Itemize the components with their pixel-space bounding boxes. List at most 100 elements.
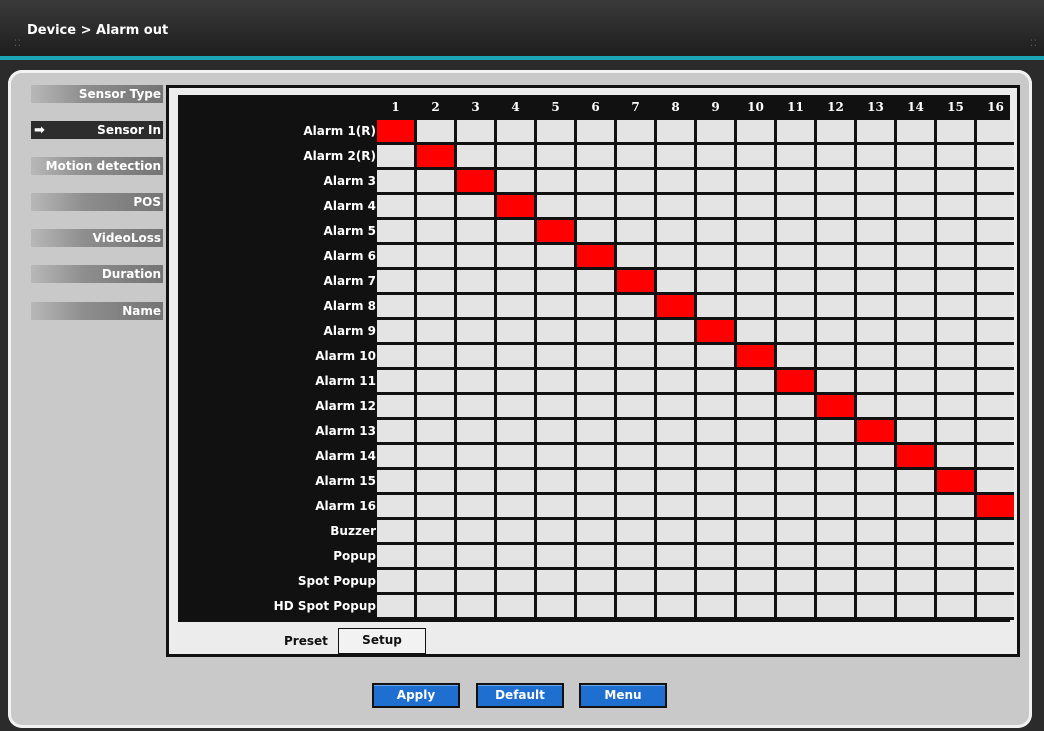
matrix-cell[interactable] [537,395,574,417]
matrix-cell[interactable] [617,470,654,492]
matrix-cell[interactable] [977,570,1014,592]
matrix-cell[interactable] [937,395,974,417]
matrix-cell[interactable] [897,295,934,317]
matrix-cell[interactable] [977,345,1014,367]
sidebar-item-videoloss[interactable]: VideoLoss [31,229,163,247]
matrix-cell[interactable] [417,170,454,192]
matrix-cell[interactable] [697,120,734,142]
matrix-cell[interactable] [977,495,1014,517]
matrix-cell[interactable] [697,445,734,467]
matrix-cell[interactable] [737,495,774,517]
matrix-cell[interactable] [857,245,894,267]
matrix-cell[interactable] [657,520,694,542]
matrix-cell[interactable] [377,395,414,417]
matrix-cell[interactable] [537,545,574,567]
matrix-cell[interactable] [937,120,974,142]
matrix-cell[interactable] [457,470,494,492]
matrix-cell[interactable] [737,370,774,392]
matrix-cell[interactable] [457,370,494,392]
matrix-cell[interactable] [657,345,694,367]
matrix-cell[interactable] [897,195,934,217]
matrix-cell[interactable] [417,595,454,617]
matrix-cell[interactable] [817,595,854,617]
matrix-cell[interactable] [617,495,654,517]
matrix-cell[interactable] [697,470,734,492]
matrix-cell[interactable] [417,470,454,492]
matrix-cell[interactable] [777,570,814,592]
matrix-cell[interactable] [777,545,814,567]
matrix-cell[interactable] [817,570,854,592]
matrix-cell[interactable] [457,495,494,517]
matrix-cell[interactable] [417,145,454,167]
matrix-cell[interactable] [977,320,1014,342]
matrix-cell[interactable] [977,145,1014,167]
matrix-cell[interactable] [697,245,734,267]
matrix-cell[interactable] [977,595,1014,617]
matrix-cell[interactable] [977,520,1014,542]
matrix-cell[interactable] [777,495,814,517]
matrix-cell[interactable] [817,445,854,467]
matrix-cell[interactable] [377,120,414,142]
matrix-cell[interactable] [977,220,1014,242]
matrix-cell[interactable] [537,470,574,492]
matrix-cell[interactable] [737,220,774,242]
sidebar-item-pos[interactable]: POS [31,193,163,211]
matrix-cell[interactable] [577,320,614,342]
matrix-cell[interactable] [417,270,454,292]
apply-button[interactable]: Apply [372,683,460,708]
matrix-cell[interactable] [857,295,894,317]
sidebar-item-sensor-in[interactable]: ➡ Sensor In [31,121,163,139]
matrix-cell[interactable] [657,270,694,292]
matrix-cell[interactable] [377,570,414,592]
matrix-cell[interactable] [497,495,534,517]
matrix-cell[interactable] [737,345,774,367]
matrix-cell[interactable] [897,370,934,392]
matrix-cell[interactable] [697,270,734,292]
matrix-cell[interactable] [817,195,854,217]
matrix-cell[interactable] [537,270,574,292]
matrix-cell[interactable] [777,520,814,542]
matrix-cell[interactable] [377,295,414,317]
matrix-cell[interactable] [417,220,454,242]
matrix-cell[interactable] [457,595,494,617]
matrix-cell[interactable] [937,445,974,467]
matrix-cell[interactable] [897,170,934,192]
matrix-cell[interactable] [577,545,614,567]
matrix-cell[interactable] [737,595,774,617]
matrix-cell[interactable] [777,220,814,242]
matrix-cell[interactable] [977,420,1014,442]
matrix-cell[interactable] [417,195,454,217]
matrix-cell[interactable] [537,120,574,142]
matrix-cell[interactable] [977,270,1014,292]
matrix-cell[interactable] [977,170,1014,192]
matrix-cell[interactable] [417,395,454,417]
matrix-cell[interactable] [577,270,614,292]
matrix-cell[interactable] [977,295,1014,317]
matrix-cell[interactable] [737,445,774,467]
matrix-cell[interactable] [497,520,534,542]
matrix-cell[interactable] [537,345,574,367]
matrix-cell[interactable] [617,445,654,467]
matrix-cell[interactable] [577,220,614,242]
matrix-cell[interactable] [857,220,894,242]
matrix-cell[interactable] [417,320,454,342]
matrix-cell[interactable] [377,420,414,442]
matrix-cell[interactable] [897,320,934,342]
matrix-cell[interactable] [737,270,774,292]
matrix-cell[interactable] [617,195,654,217]
matrix-cell[interactable] [577,395,614,417]
matrix-cell[interactable] [777,595,814,617]
matrix-cell[interactable] [737,120,774,142]
matrix-cell[interactable] [497,445,534,467]
matrix-cell[interactable] [857,395,894,417]
matrix-cell[interactable] [697,395,734,417]
matrix-cell[interactable] [617,270,654,292]
matrix-cell[interactable] [937,545,974,567]
matrix-cell[interactable] [777,395,814,417]
matrix-cell[interactable] [937,420,974,442]
matrix-cell[interactable] [497,245,534,267]
matrix-cell[interactable] [817,345,854,367]
matrix-cell[interactable] [657,545,694,567]
matrix-cell[interactable] [697,420,734,442]
matrix-cell[interactable] [697,520,734,542]
